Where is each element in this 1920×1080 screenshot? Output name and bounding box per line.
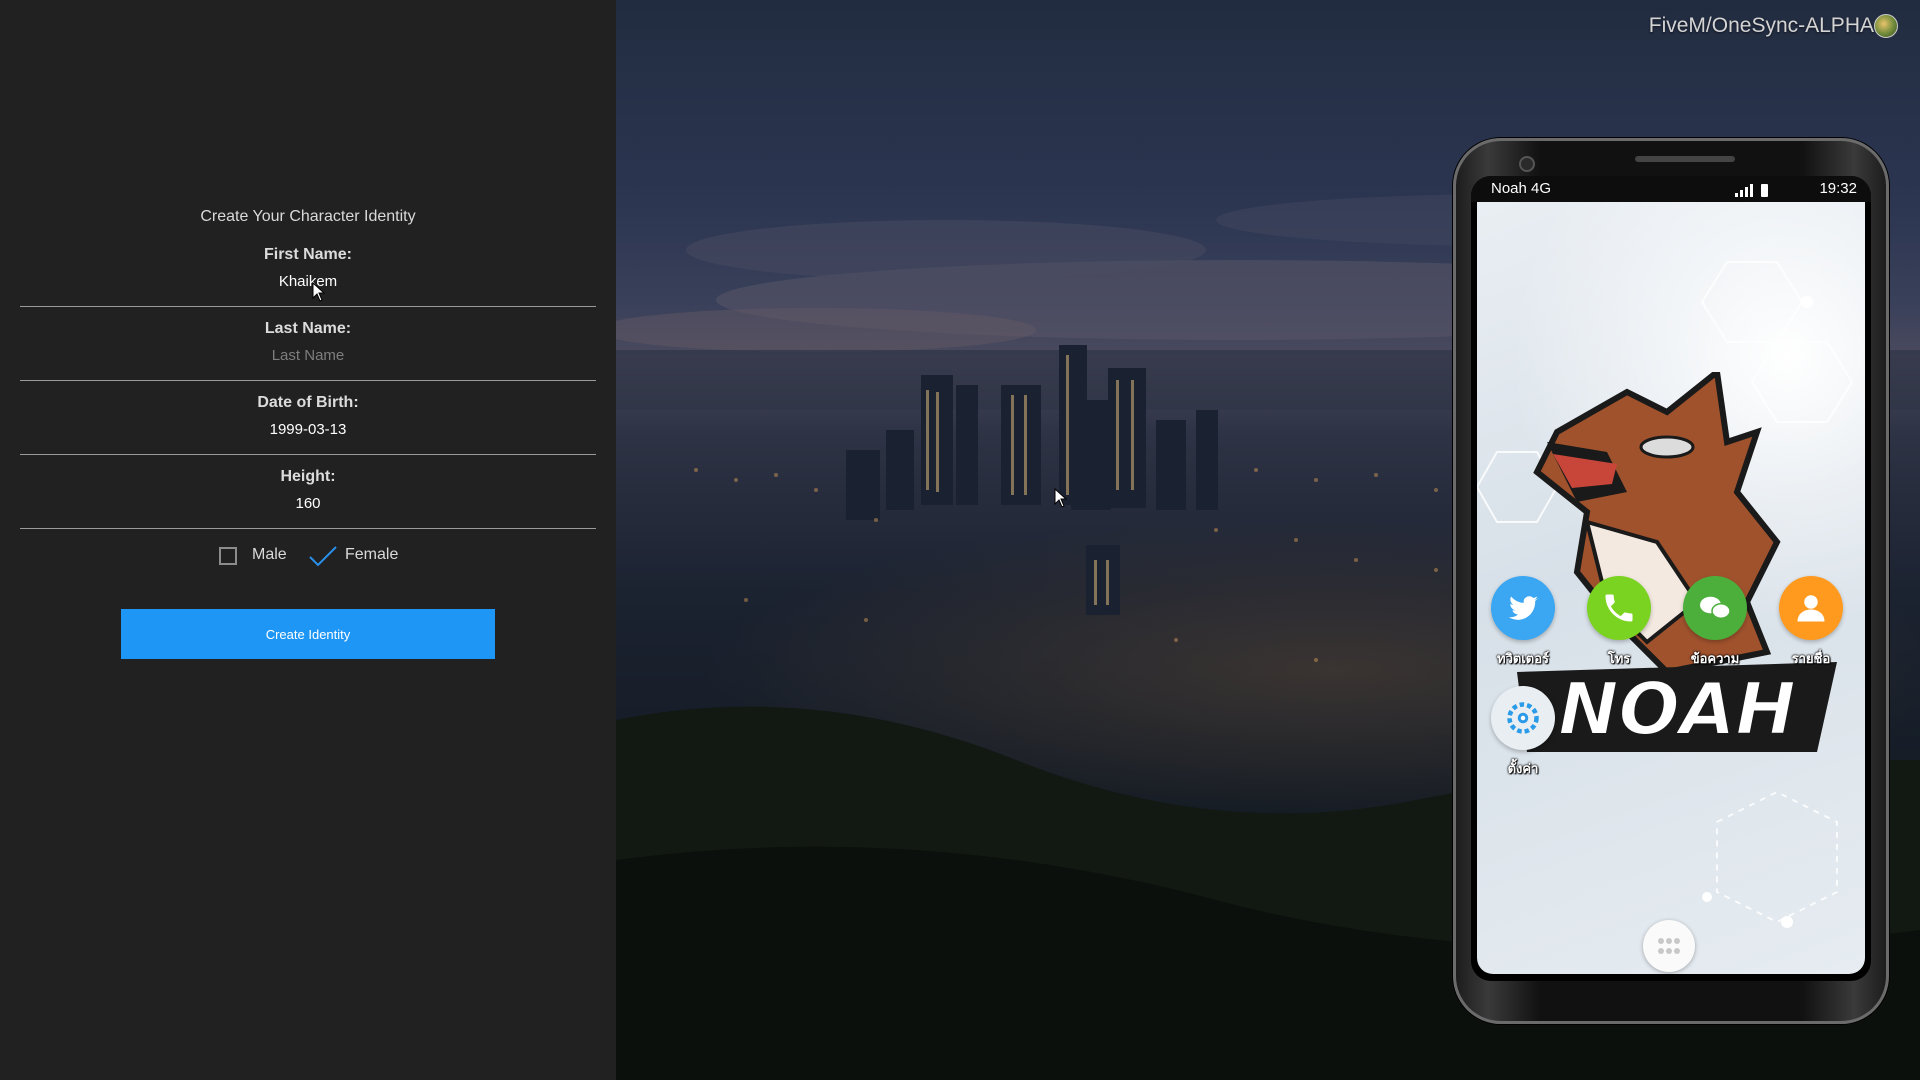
server-badge-icon <box>1874 14 1898 38</box>
create-identity-button[interactable]: Create Identity <box>121 609 495 659</box>
twitter-app[interactable]: ทวิตเตอร์ <box>1483 576 1563 669</box>
phone-device: Noah 4G 19:32 NOAH ทวิตเตอร์ โทร ข้อความ… <box>1453 138 1889 1024</box>
noah-wolf-logo: NOAH <box>1517 372 1837 752</box>
contacts-app-label: รายชื่อ <box>1791 651 1831 666</box>
date-of-birth-label: Date of Birth: <box>257 394 359 411</box>
panel-title: Create Your Character Identity <box>200 208 416 225</box>
phone-call-icon <box>1587 576 1651 640</box>
text-cursor-icon <box>312 282 326 302</box>
settings-app-label: ตั้งค่า <box>1507 761 1539 776</box>
twitter-app-label: ทวิตเตอร์ <box>1497 651 1549 666</box>
twitter-bird-icon <box>1491 576 1555 640</box>
contact-person-icon <box>1779 576 1843 640</box>
phone-display: Noah 4G 19:32 NOAH ทวิตเตอร์ โทร ข้อความ… <box>1471 176 1871 981</box>
chat-bubbles-icon <box>1683 576 1747 640</box>
phone-clock: 19:32 <box>1819 180 1857 197</box>
female-label[interactable]: Female <box>345 546 398 564</box>
height-label: Height: <box>280 468 336 485</box>
settings-app[interactable]: ตั้งค่า <box>1483 686 1563 779</box>
last-name-label: Last Name: <box>264 320 352 337</box>
phone-call-app-label: โทร <box>1607 651 1631 666</box>
phone-status-bar: Noah 4G 19:32 <box>1471 176 1871 202</box>
messages-app[interactable]: ข้อความ <box>1675 576 1755 669</box>
carrier-label: Noah 4G <box>1491 180 1552 197</box>
last-name-input[interactable] <box>20 344 596 366</box>
first-name-field: First Name: <box>20 246 596 307</box>
settings-gear-icon <box>1491 686 1555 750</box>
date-of-birth-field: Date of Birth: <box>20 394 596 455</box>
contacts-app[interactable]: รายชื่อ <box>1771 576 1851 669</box>
gender-selector: Male Female <box>0 544 616 568</box>
messages-app-label: ข้อความ <box>1690 651 1740 666</box>
server-version-label: FiveM/OneSync-ALPHA <box>1648 14 1874 37</box>
phone-camera-icon <box>1519 156 1535 172</box>
first-name-input[interactable] <box>20 270 596 292</box>
phone-call-app[interactable]: โทร <box>1579 576 1659 669</box>
signal-battery-icon <box>1735 184 1768 197</box>
mouse-cursor-icon <box>1054 488 1068 508</box>
first-name-label: First Name: <box>263 246 353 263</box>
height-field: Height: <box>20 468 596 529</box>
male-checkbox[interactable] <box>219 547 237 565</box>
identity-panel: Create Your Character Identity First Nam… <box>0 0 616 1080</box>
date-of-birth-input[interactable] <box>20 418 596 440</box>
phone-home-screen: NOAH ทวิตเตอร์ โทร ข้อความ รายชื่อ ตั้งค… <box>1477 202 1865 974</box>
app-grid-button[interactable] <box>1643 920 1695 972</box>
height-input[interactable] <box>20 492 596 514</box>
noah-logo-text: NOAH <box>1558 667 1795 751</box>
phone-speaker <box>1635 156 1735 162</box>
last-name-field: Last Name: <box>20 320 596 381</box>
app-grid-icon <box>1658 938 1680 954</box>
male-label[interactable]: Male <box>252 546 287 564</box>
female-checkbox-checkmark-icon[interactable] <box>308 544 338 568</box>
